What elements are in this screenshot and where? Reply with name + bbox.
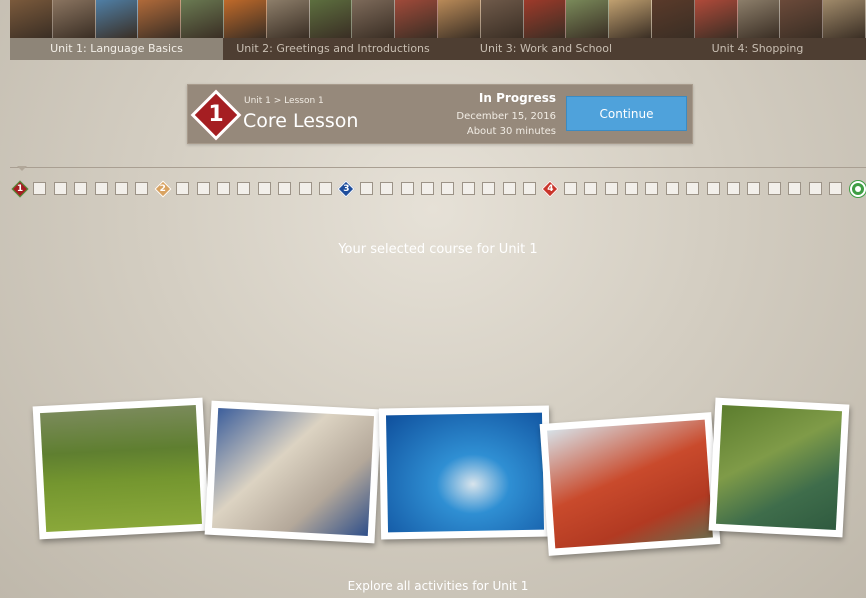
- unit-thumbnail: [95, 0, 139, 38]
- status-duration: About 30 minutes: [466, 126, 556, 137]
- activity-step[interactable]: [196, 182, 210, 195]
- lesson-title: Core Lesson: [243, 110, 359, 132]
- activity-step[interactable]: [441, 182, 455, 195]
- unit-thumbnail: [737, 0, 781, 38]
- selected-course-label[interactable]: Your selected course for Unit 1: [10, 242, 866, 257]
- activity-photo-1[interactable]: [32, 397, 210, 540]
- unit-thumbnail: [266, 0, 310, 38]
- unit-navigation: Unit 1: Language Basics Unit 2: Greeting…: [10, 0, 866, 60]
- activity-step[interactable]: [727, 182, 740, 195]
- explore-activities-label[interactable]: Explore all activities for Unit 1: [10, 579, 866, 593]
- activity-step[interactable]: [237, 182, 251, 195]
- unit-thumbnail: [566, 0, 610, 38]
- tab-unit-4[interactable]: Unit 4: Shopping: [649, 38, 866, 60]
- milestone-label: 1: [16, 184, 24, 194]
- unit-thumbnail: [823, 0, 866, 38]
- activity-step[interactable]: [53, 182, 67, 195]
- unit-thumbnail: [480, 0, 524, 38]
- status-label: In Progress: [478, 91, 556, 105]
- lesson-status: In Progress December 15, 2016 About 30 m…: [456, 91, 556, 137]
- track-divider: [10, 167, 866, 168]
- activity-step[interactable]: [359, 182, 373, 195]
- activity-step[interactable]: [645, 182, 659, 195]
- photo-girl-in-red-sweater-icon: [39, 404, 203, 533]
- lesson-number: 1: [208, 102, 224, 127]
- unit-thumbnail: [138, 0, 182, 38]
- unit-thumbnail: [651, 0, 695, 38]
- photo-friends-in-red-shirts-icon: [547, 419, 713, 549]
- activity-step[interactable]: [94, 182, 108, 195]
- activity-step[interactable]: [686, 182, 700, 195]
- completion-circle-icon[interactable]: [850, 181, 866, 197]
- activity-step[interactable]: [298, 182, 312, 195]
- unit-thumbnail: [10, 0, 53, 38]
- photo-students-with-newspapers-icon: [211, 408, 375, 536]
- activity-step[interactable]: [135, 182, 149, 195]
- activity-photo-5[interactable]: [708, 397, 850, 538]
- milestone-1[interactable]: 1: [11, 180, 29, 198]
- unit-tabs: Unit 1: Language Basics Unit 2: Greeting…: [10, 38, 866, 60]
- activity-step[interactable]: [115, 182, 128, 195]
- unit-thumbnail: [395, 0, 438, 38]
- activity-step[interactable]: [584, 182, 598, 195]
- tab-unit-3[interactable]: Unit 3: Work and School: [443, 38, 649, 60]
- activity-photo-4[interactable]: [539, 412, 721, 556]
- activity-step[interactable]: [563, 182, 577, 195]
- activity-step[interactable]: [706, 182, 720, 195]
- activity-step[interactable]: [665, 182, 679, 195]
- activity-step[interactable]: [808, 182, 822, 195]
- activity-step[interactable]: [625, 182, 638, 195]
- milestone-4[interactable]: 4: [541, 180, 559, 198]
- unit-thumbnail: [780, 0, 824, 38]
- milestone-label: 4: [547, 184, 554, 194]
- status-date: December 15, 2016: [456, 111, 556, 122]
- activity-photo-2[interactable]: [204, 400, 382, 544]
- photo-diver-and-grouper-icon: [385, 412, 545, 533]
- activity-step[interactable]: [319, 182, 332, 195]
- activity-step[interactable]: [482, 182, 496, 195]
- activity-step[interactable]: [257, 182, 271, 195]
- activity-step[interactable]: [788, 182, 802, 195]
- activity-step[interactable]: [461, 182, 475, 195]
- activity-step[interactable]: [502, 182, 516, 195]
- activity-step[interactable]: [523, 182, 536, 195]
- tab-unit-2[interactable]: Unit 2: Greetings and Introductions: [223, 38, 443, 60]
- unit-thumbnail: [437, 0, 481, 38]
- unit-thumbnail: [309, 0, 353, 38]
- activity-step[interactable]: [278, 182, 292, 195]
- activity-step[interactable]: [74, 182, 88, 195]
- current-position-pointer-icon: [17, 166, 27, 171]
- activity-step[interactable]: [380, 182, 394, 195]
- unit-thumbnail: [223, 0, 267, 38]
- activity-step[interactable]: [421, 182, 434, 195]
- photo-woman-with-green-mug-icon: [715, 404, 843, 531]
- milestone-3[interactable]: 3: [337, 180, 355, 198]
- activity-photo-3[interactable]: [378, 405, 552, 540]
- unit-thumbnail: [609, 0, 652, 38]
- tab-unit-1[interactable]: Unit 1: Language Basics: [10, 38, 223, 60]
- continue-button[interactable]: Continue: [566, 96, 687, 131]
- unit-thumbnail: [694, 0, 738, 38]
- breadcrumb: Unit 1 > Lesson 1: [244, 96, 324, 106]
- activity-step[interactable]: [829, 182, 842, 195]
- unit-thumbnail: [52, 0, 96, 38]
- activity-step[interactable]: [176, 182, 190, 195]
- activity-step[interactable]: [767, 182, 781, 195]
- activity-step[interactable]: [604, 182, 618, 195]
- unit-thumbnail: [352, 0, 396, 38]
- milestone-2[interactable]: 2: [154, 180, 172, 198]
- activity-step[interactable]: [400, 182, 414, 195]
- activity-step[interactable]: [33, 182, 47, 195]
- lesson-card: 1 Unit 1 > Lesson 1 Core Lesson In Progr…: [187, 84, 693, 144]
- activity-step[interactable]: [217, 182, 230, 195]
- unit-thumbnail-strip: [10, 0, 866, 38]
- lesson-progress-track: 1 2 3 4: [10, 180, 866, 198]
- unit-thumbnail: [181, 0, 224, 38]
- activity-step[interactable]: [747, 182, 761, 195]
- milestone-label: 3: [343, 184, 350, 194]
- milestone-label: 2: [159, 184, 166, 194]
- unit-thumbnail: [523, 0, 567, 38]
